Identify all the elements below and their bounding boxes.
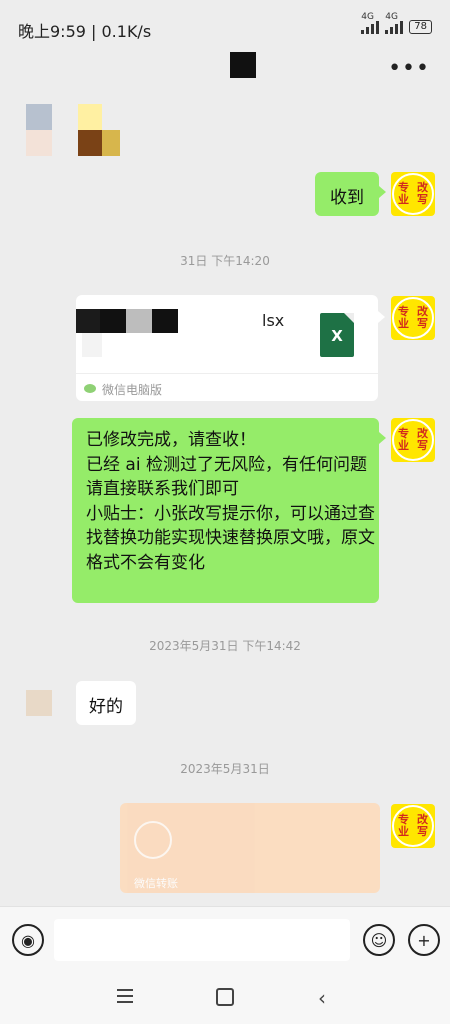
signal-icon-2: 4G	[385, 12, 404, 34]
avatar-self[interactable]: 专业 改写	[391, 418, 435, 462]
excel-file-icon: X	[320, 313, 354, 357]
file-name-redacted-2	[82, 333, 102, 357]
battery-indicator: 78	[409, 20, 432, 34]
message-bubble-sent-long[interactable]: 已修改完成，请查收！ 已经 ai 检测过了无风险，有任何问题请直接联系我们即可 …	[72, 418, 386, 603]
chat-title-redacted	[230, 52, 256, 78]
status-bar: 晚上9:59 | 0.1K/s 4G 4G 78	[0, 0, 450, 52]
file-name-redacted	[76, 309, 178, 333]
file-message-card[interactable]: lsx X 微信电脑版	[76, 295, 385, 402]
avatar-self[interactable]: 专业 改写	[391, 296, 435, 340]
voice-icon[interactable]: ◉	[12, 924, 44, 956]
message-text: 好的	[89, 697, 123, 717]
home-icon[interactable]	[216, 988, 234, 1006]
message-bubble-received[interactable]: 好的	[76, 681, 136, 725]
back-icon[interactable]: ‹	[318, 986, 326, 1010]
timestamp: 31日 下午14:20	[180, 254, 270, 268]
transfer-label: 微信转账	[134, 877, 178, 890]
file-name-text: lsx	[262, 311, 285, 330]
image-blurred-3	[102, 130, 120, 156]
image-blurred-2	[78, 130, 102, 156]
avatar-blurred-2	[26, 130, 52, 156]
avatar-self[interactable]: 专业 改写	[391, 172, 435, 216]
image-blurred-1	[78, 104, 102, 130]
message-text: 已修改完成，请查收！ 已经 ai 检测过了无风险，有任何问题请直接联系我们即可 …	[86, 430, 375, 573]
avatar-self[interactable]: 专业 改写	[391, 804, 435, 848]
chat-header: •••	[0, 52, 450, 86]
menu-icon[interactable]	[117, 989, 133, 1003]
file-source-bar: 微信电脑版	[76, 373, 378, 402]
timestamp: 2023年5月31日	[180, 762, 270, 776]
file-source-label: 微信电脑版	[102, 383, 163, 397]
avatar-blurred-1	[26, 104, 52, 130]
status-time: 晚上9:59 | 0.1K/s	[18, 22, 152, 41]
more-dots-icon[interactable]: •••	[388, 56, 430, 81]
system-nav-bar: ‹	[0, 970, 450, 1024]
transfer-icon	[134, 821, 172, 859]
avatar-other[interactable]	[26, 690, 52, 716]
timestamp: 2023年5月31日 下午14:42	[149, 639, 301, 653]
message-bubble-sent[interactable]: 收到	[315, 172, 386, 216]
wechat-small-icon	[84, 384, 96, 393]
signal-icon: 4G	[361, 12, 380, 34]
status-icons: 4G 4G 78	[361, 12, 432, 34]
message-text: 收到	[330, 188, 364, 208]
message-input[interactable]	[54, 919, 350, 961]
emoji-icon[interactable]: ☺	[363, 924, 395, 956]
input-bar: ◉ ☺ +	[0, 906, 450, 971]
transfer-message-card[interactable]: 微信转账	[120, 803, 380, 893]
plus-icon[interactable]: +	[408, 924, 440, 956]
